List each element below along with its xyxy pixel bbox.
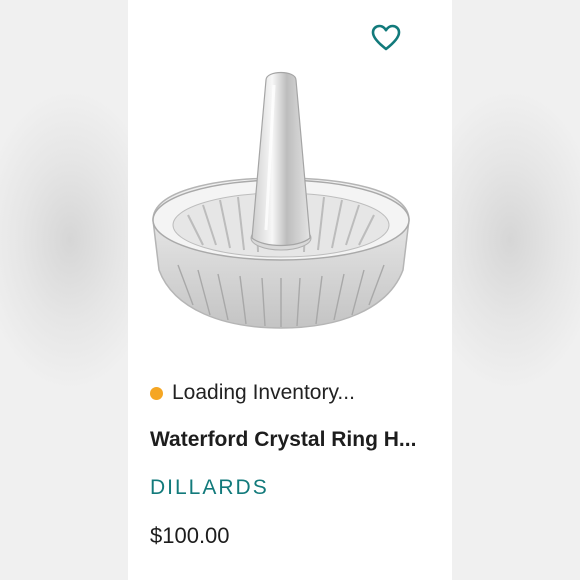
brand-link[interactable]: DILLARDS [150,476,269,500]
inventory-status-text: Loading Inventory... [172,381,355,404]
inventory-status: Loading Inventory... [150,378,355,408]
status-dot-icon [150,386,163,400]
background-blur-right [452,0,580,580]
product-price: $100.00 [150,523,230,548]
like-button[interactable] [371,24,401,52]
product-title[interactable]: Waterford Crystal Ring H... [150,428,440,452]
product-card[interactable]: Loading Inventory... Waterford Crystal R… [128,0,452,580]
product-image[interactable] [148,60,414,335]
heart-outline-icon [371,24,401,51]
background-blur-left [0,0,128,580]
